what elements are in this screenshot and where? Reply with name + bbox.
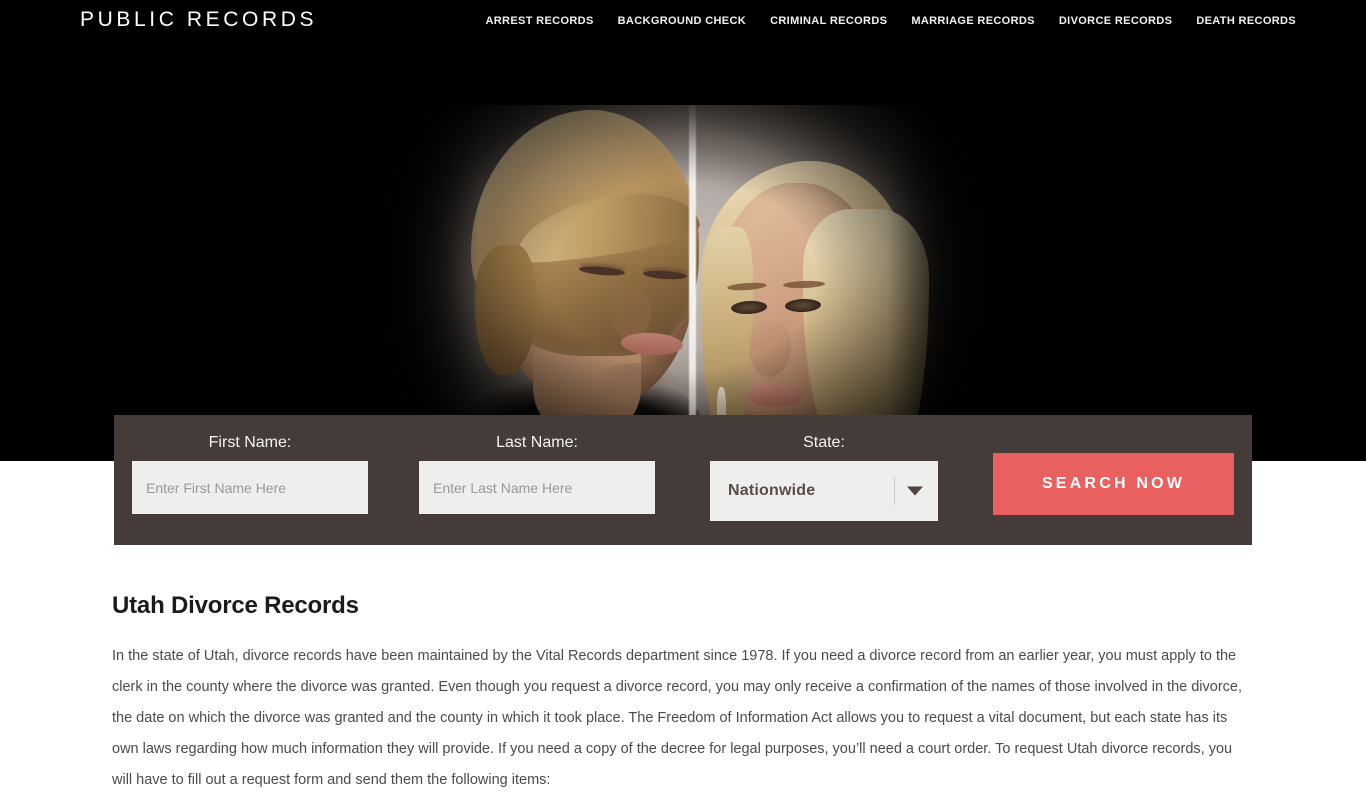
photo-vignette bbox=[383, 105, 983, 461]
article-body: In the state of Utah, divorce records ha… bbox=[112, 641, 1252, 796]
last-name-input[interactable] bbox=[419, 461, 655, 514]
state-select[interactable]: Nationwide bbox=[710, 461, 938, 521]
nav-item-death-records[interactable]: DEATH RECORDS bbox=[1184, 15, 1308, 27]
nav-item-marriage-records[interactable]: MARRIAGE RECORDS bbox=[899, 15, 1047, 27]
article-paragraph: In the state of Utah, divorce records ha… bbox=[112, 648, 1243, 788]
search-now-button[interactable]: SEARCH NOW bbox=[993, 453, 1234, 515]
site-header: PUBLIC RECORDS ARREST RECORDS BACKGROUND… bbox=[0, 0, 1366, 45]
last-name-field-group: Last Name: bbox=[419, 433, 655, 514]
main-navigation: ARREST RECORDS BACKGROUND CHECK CRIMINAL… bbox=[473, 15, 1308, 27]
first-name-label: First Name: bbox=[208, 434, 292, 451]
hero-couple-photo bbox=[383, 105, 983, 461]
hero-section bbox=[0, 0, 1366, 461]
first-name-field-group: First Name: bbox=[132, 433, 368, 514]
nav-item-criminal-records[interactable]: CRIMINAL RECORDS bbox=[758, 15, 899, 27]
state-selected-value: Nationwide bbox=[728, 482, 816, 499]
state-label: State: bbox=[803, 434, 845, 451]
site-logo[interactable]: PUBLIC RECORDS bbox=[80, 8, 317, 32]
first-name-input[interactable] bbox=[132, 461, 368, 514]
search-form: First Name: Last Name: State: Nationwide… bbox=[114, 415, 1252, 545]
state-field-group: State: Nationwide bbox=[710, 433, 938, 521]
last-name-label: Last Name: bbox=[496, 434, 578, 451]
nav-item-divorce-records[interactable]: DIVORCE RECORDS bbox=[1047, 15, 1184, 27]
chevron-down-icon bbox=[907, 486, 923, 496]
article-section: Utah Divorce Records In the state of Uta… bbox=[112, 592, 1252, 796]
nav-item-background-check[interactable]: BACKGROUND CHECK bbox=[606, 15, 758, 27]
page-title: Utah Divorce Records bbox=[112, 592, 359, 619]
nav-item-arrest-records[interactable]: ARREST RECORDS bbox=[473, 15, 605, 27]
select-divider bbox=[894, 477, 895, 505]
